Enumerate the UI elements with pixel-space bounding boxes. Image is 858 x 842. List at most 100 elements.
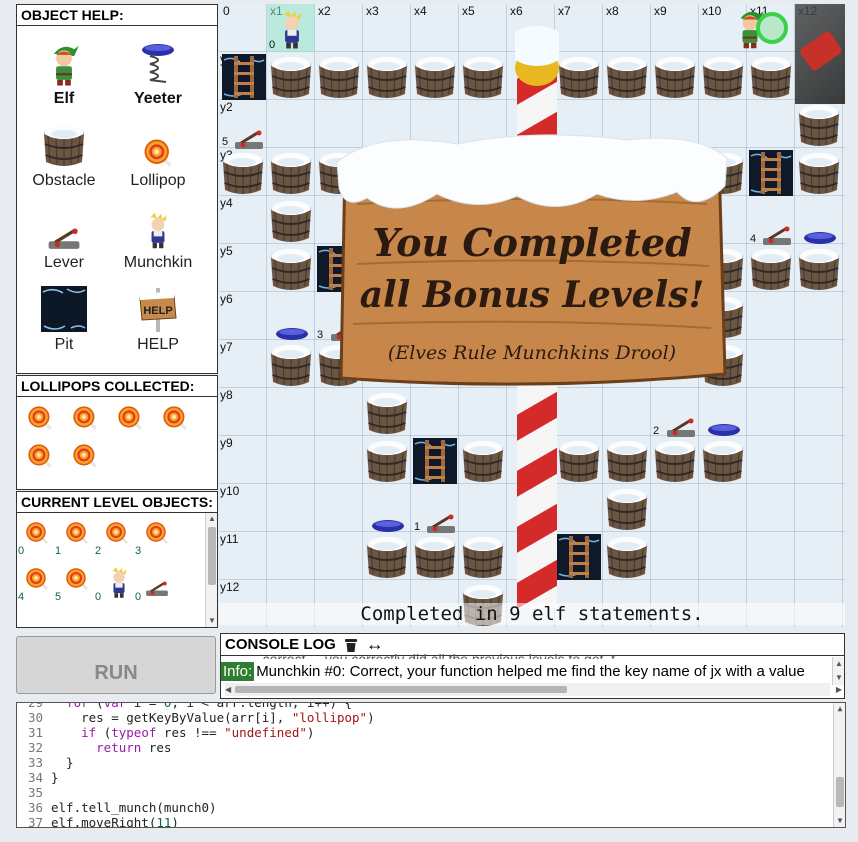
line-number: 36	[27, 800, 43, 815]
help-item-label: Elf	[53, 90, 75, 107]
pit-icon	[41, 286, 87, 332]
barrel-obstacle	[798, 248, 840, 291]
column-label: x2	[318, 4, 331, 18]
help-item-elf[interactable]: Elf	[17, 32, 111, 112]
console-vscrollbar[interactable]: ▲ ▼	[832, 657, 844, 685]
console-hscrollbar[interactable]: ◀ ▶	[225, 683, 842, 696]
help-item-label: Obstacle	[32, 172, 96, 189]
munchkin-icon	[283, 10, 302, 49]
scroll-up-icon[interactable]: ▲	[206, 513, 218, 525]
column-label: x3	[366, 4, 379, 18]
code-text: }	[51, 770, 59, 785]
yeeter-icon	[708, 424, 740, 436]
level-object-lollipop[interactable]: 2	[95, 517, 137, 557]
run-button[interactable]: RUN	[16, 636, 216, 694]
object-index: 0	[18, 545, 25, 557]
code-line[interactable]: 32 return res	[17, 740, 833, 755]
objects-scrollbar[interactable]: ▲ ▼	[205, 513, 217, 627]
code-line[interactable]: 31 if (typeof res !== "undefined")	[17, 725, 833, 740]
lollipops-collected-title: LOLLIPOPS COLLECTED:	[17, 376, 217, 397]
console-message: Munchkin #0: Correct, your function help…	[256, 662, 805, 680]
lollipop-icon	[72, 443, 98, 469]
help-item-label: Pit	[54, 336, 74, 353]
lever-index: 1	[414, 521, 421, 533]
code-line[interactable]: 37 elf.moveRight(11)	[17, 815, 833, 828]
barrel-obstacle	[654, 440, 696, 483]
lollipop-icon	[25, 521, 49, 545]
barrel-obstacle	[558, 440, 600, 483]
row-label: y8	[220, 388, 233, 402]
barrel-obstacle	[270, 200, 312, 243]
editor-scrollbar[interactable]: ▲ ▼	[833, 703, 845, 827]
help-item-lollipop[interactable]: Lollipop	[111, 114, 205, 194]
scroll-left-icon[interactable]: ◀	[225, 683, 231, 696]
scrollbar-thumb[interactable]	[235, 686, 567, 693]
row-label: y5	[220, 244, 233, 258]
sign-tagline: (Elves Rule Munchkins Drool)	[387, 342, 677, 364]
barrel-obstacle	[702, 440, 744, 483]
barrel-obstacle	[318, 56, 360, 99]
barrel-obstacle	[606, 56, 648, 99]
help-item-munchkin[interactable]: Munchkin	[111, 196, 205, 276]
level-object-lollipop[interactable]: 5	[55, 563, 97, 603]
lever-icon	[233, 130, 265, 150]
level-object-munchkin[interactable]: 0	[95, 563, 137, 603]
line-number: 31	[27, 725, 43, 740]
line-number: 37	[27, 815, 43, 828]
app-root: OBJECT HELP: Elf Yeeter Obstacle Lollipo…	[0, 0, 858, 842]
barrel-obstacle	[222, 152, 264, 195]
object-help-title: OBJECT HELP:	[17, 5, 217, 26]
level-object-lever[interactable]: 0	[135, 563, 177, 603]
code-line[interactable]: 34}	[17, 770, 833, 785]
barrel-obstacle	[366, 440, 408, 483]
column-label: x4	[414, 4, 427, 18]
line-number: 32	[27, 740, 43, 755]
help-item-yeeter[interactable]: Yeeter	[111, 32, 205, 112]
ladder-pit	[557, 534, 601, 580]
level-object-lollipop[interactable]: 1	[55, 517, 97, 557]
scroll-right-icon[interactable]: ▶	[836, 683, 842, 696]
column-label: x10	[702, 4, 722, 18]
scrollbar-thumb[interactable]	[836, 777, 844, 807]
lollipop-icon	[27, 443, 53, 469]
help-item-pit[interactable]: Pit	[17, 278, 111, 358]
munchkin-icon	[150, 212, 167, 249]
object-index: 4	[18, 591, 25, 603]
code-line[interactable]: 33 }	[17, 755, 833, 770]
info-tag: Info:	[221, 661, 255, 681]
object-index: 5	[55, 591, 62, 603]
console-prev-line: ...correct..., you correctly did all the…	[251, 651, 627, 659]
current-level-objects-panel: CURRENT LEVEL OBJECTS: 0 1 2 3 4 5 0 0 ▲…	[16, 491, 218, 628]
code-line[interactable]: 29 for (var i = 0; i < arr.length; i++) …	[17, 703, 833, 710]
scroll-down-icon[interactable]: ▼	[206, 615, 218, 627]
scrollbar-thumb[interactable]	[208, 527, 216, 585]
lever-icon	[761, 226, 793, 246]
scroll-down-icon[interactable]: ▼	[834, 815, 845, 827]
code-line[interactable]: 36 elf.tell_munch(munch0)	[17, 800, 833, 815]
ladder-pit	[222, 54, 266, 100]
barrel-obstacle	[654, 56, 696, 99]
barrel-obstacle	[462, 56, 504, 99]
scroll-up-icon[interactable]: ▲	[834, 703, 845, 715]
help-item-lever[interactable]: Lever	[17, 196, 111, 276]
barrel-obstacle	[462, 536, 504, 579]
column-label: 0	[223, 4, 230, 18]
barrel-obstacle	[798, 104, 840, 147]
code-text: }	[51, 755, 74, 770]
code-line[interactable]: 30 res = getKeyByValue(arr[i], "lollipop…	[17, 710, 833, 725]
code-line[interactable]: 35	[17, 785, 833, 800]
level-object-lollipop[interactable]: 0	[17, 517, 57, 557]
code-editor[interactable]: 29 for (var i = 0; i < arr.length; i++) …	[16, 702, 846, 828]
lever-index: 5	[222, 136, 229, 148]
level-object-lollipop[interactable]: 3	[135, 517, 177, 557]
level-objects-list[interactable]: 0 1 2 3 4 5 0 0	[17, 513, 205, 627]
barrel-obstacle	[366, 392, 408, 435]
scroll-up-icon[interactable]: ▲	[833, 658, 845, 670]
barrel-obstacle	[414, 56, 456, 99]
help-item-help[interactable]: HELP HELP	[111, 278, 205, 358]
help-item-obstacle[interactable]: Obstacle	[17, 114, 111, 194]
level-object-lollipop[interactable]: 4	[17, 563, 57, 603]
barrel-obstacle	[414, 536, 456, 579]
barrel-obstacle	[462, 440, 504, 483]
current-level-objects-title: CURRENT LEVEL OBJECTS:	[17, 492, 217, 513]
